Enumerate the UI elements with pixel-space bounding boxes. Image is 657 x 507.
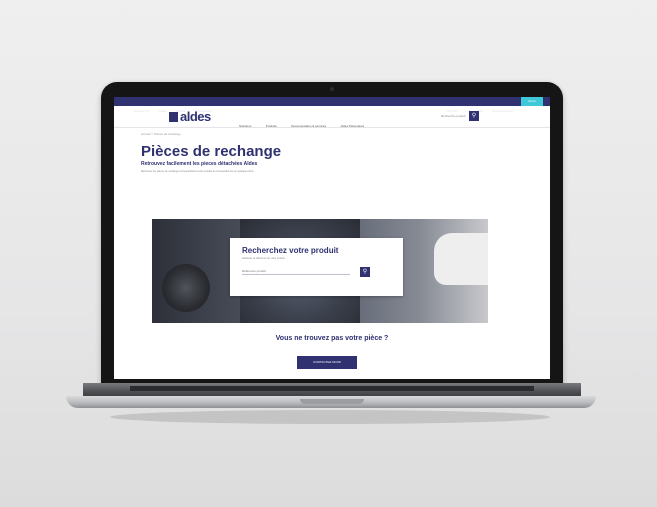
- hero-car-image: [434, 233, 488, 285]
- product-search-card: Recherchez votre produit Saisissez la ré…: [230, 238, 403, 296]
- product-search-button[interactable]: ⚲: [360, 267, 370, 277]
- page-description: Retrouvez les pièces de rechange corresp…: [141, 170, 254, 173]
- nav-item-partenaires[interactable]: Aldes Partenaires: [341, 124, 365, 128]
- header-search-input[interactable]: Recherche produit: [441, 114, 466, 118]
- laptop-screen: Espace Pro Aldes Qualité Recrutement Inf…: [114, 97, 550, 379]
- search-icon: ⚲: [362, 269, 368, 275]
- topbar-cta-button[interactable]: Devis: [521, 97, 543, 106]
- top-navigation-bar: Espace Pro Aldes Qualité Recrutement Inf…: [114, 97, 550, 113]
- breadcrumb[interactable]: Accueil > Pièces de rechange: [141, 132, 181, 136]
- search-icon: ⚲: [471, 113, 477, 119]
- search-card-title: Recherchez votre produit: [242, 246, 339, 255]
- search-card-subtitle: Saisissez la référence de votre produit: [242, 257, 285, 260]
- hero-wheel-image: [162, 264, 210, 312]
- nav-item-solutions[interactable]: Solutions: [239, 124, 251, 128]
- laptop-lid: Espace Pro Aldes Qualité Recrutement Inf…: [101, 82, 563, 386]
- site-header: aldes Solutions Produits Documentation &…: [114, 106, 550, 128]
- cta-title: Vous ne trouvez pas votre pièce ?: [275, 335, 389, 342]
- product-reference-input[interactable]: [242, 267, 350, 275]
- header-search-button[interactable]: ⚲: [469, 111, 479, 121]
- laptop-shadow: [110, 410, 550, 424]
- page-title: Pièces de rechange: [141, 143, 282, 160]
- logo-icon[interactable]: [169, 112, 178, 122]
- main-nav: Solutions Produits Documentation & servi…: [239, 114, 374, 132]
- camera-icon: [330, 87, 334, 91]
- contact-us-button[interactable]: CONTACTEZ-NOUS: [297, 356, 357, 369]
- laptop-keyboard: [130, 386, 534, 391]
- laptop-opening-notch: [300, 399, 364, 404]
- page-subtitle: Retrouvez facilement les pieces détachée…: [141, 161, 258, 167]
- site-logo[interactable]: aldes: [180, 109, 211, 124]
- nav-item-produits[interactable]: Produits: [266, 124, 277, 128]
- nav-item-documentation[interactable]: Documentation & services: [291, 124, 326, 128]
